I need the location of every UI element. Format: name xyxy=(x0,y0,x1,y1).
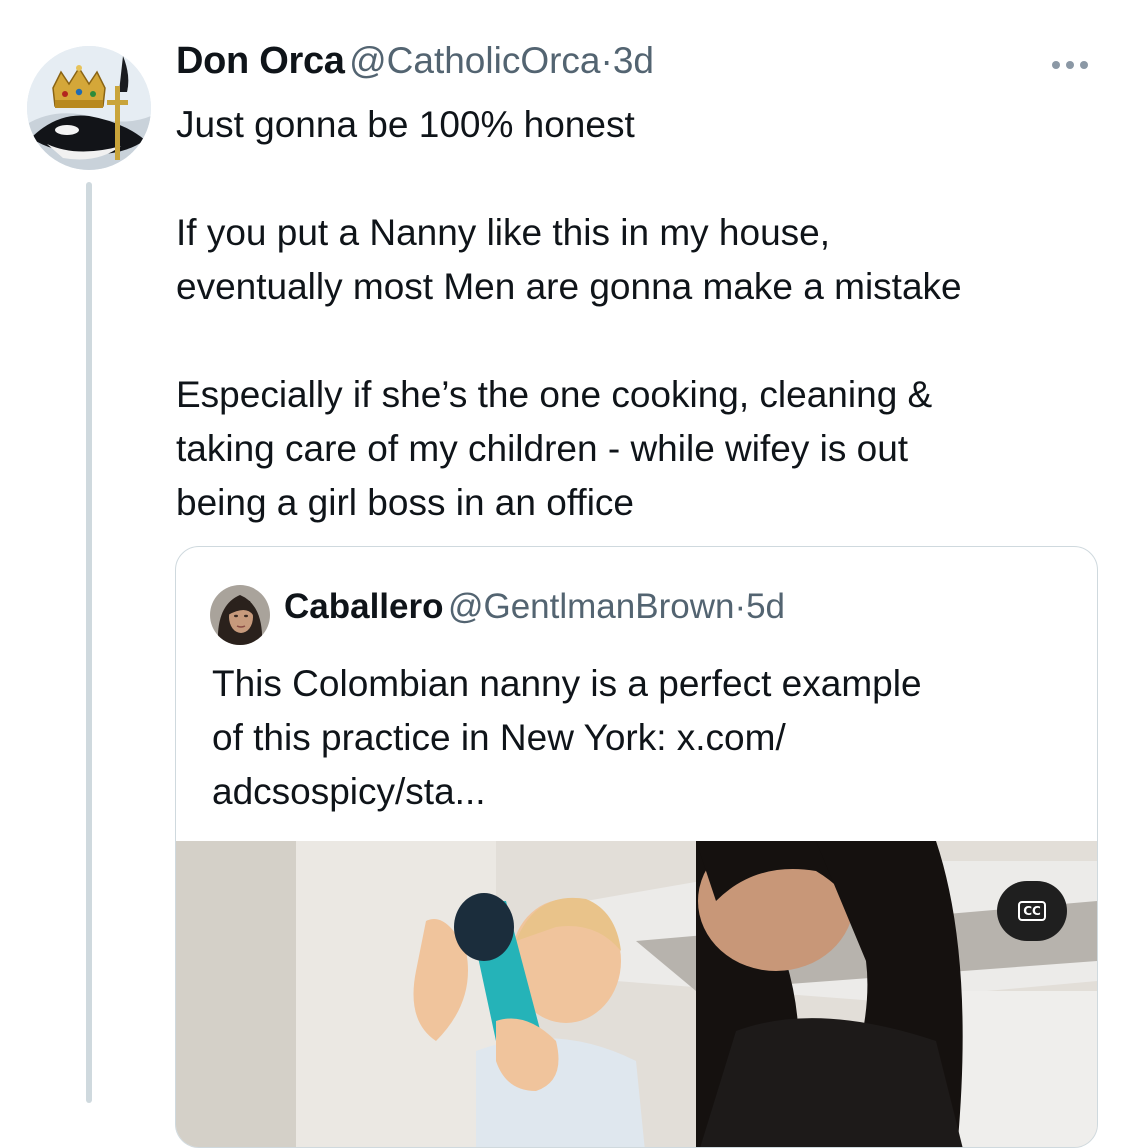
tweet-text: Just gonna be 100% honest If you put a N… xyxy=(176,98,1096,530)
cc-icon: CC xyxy=(1018,901,1046,921)
quote-timestamp[interactable]: 5d xyxy=(746,587,785,626)
tweet-header: Don Orca @CatholicOrca·3d xyxy=(176,40,654,90)
quote-line[interactable]: of this practice in New York: x.com/ xyxy=(212,711,1072,765)
tweet-line: Especially if she’s the one cooking, cle… xyxy=(176,374,933,415)
video-scene-image xyxy=(176,841,1097,1147)
separator-dot: · xyxy=(734,587,747,626)
closed-captions-button[interactable]: CC xyxy=(997,881,1067,941)
woman-portrait-icon xyxy=(210,585,270,645)
quote-text: This Colombian nanny is a perfect exampl… xyxy=(212,657,1072,819)
quote-line[interactable]: adcsospicy/sta... xyxy=(212,765,1072,819)
quote-author-handle[interactable]: @GentlmanBrown xyxy=(448,587,734,626)
separator-dot: · xyxy=(600,40,613,81)
orca-avatar-icon xyxy=(27,46,151,170)
thread-connector-line xyxy=(86,182,92,1103)
author-avatar[interactable] xyxy=(27,46,151,170)
author-handle[interactable]: @CatholicOrca xyxy=(349,40,600,81)
tweet-line: taking care of my children - while wifey… xyxy=(176,428,909,469)
tweet-line: being a girl boss in an office xyxy=(176,482,635,523)
tweet-line: eventually most Men are gonna make a mis… xyxy=(176,266,962,307)
video-thumbnail[interactable]: CC xyxy=(176,841,1097,1147)
quote-author-name[interactable]: Caballero xyxy=(284,587,444,626)
quote-line: This Colombian nanny is a perfect exampl… xyxy=(212,663,922,704)
quote-header: Caballero @GentlmanBrown·5d xyxy=(284,587,785,627)
quote-author-avatar[interactable] xyxy=(210,585,270,645)
quoted-tweet-card[interactable]: Caballero @GentlmanBrown·5d This Colombi… xyxy=(175,546,1098,1148)
tweet-line: If you put a Nanny like this in my house… xyxy=(176,212,831,253)
more-dots-icon[interactable] xyxy=(1045,50,1095,80)
timestamp[interactable]: 3d xyxy=(613,40,654,81)
tweet-line: Just gonna be 100% honest xyxy=(176,104,635,145)
author-name[interactable]: Don Orca xyxy=(176,40,345,82)
